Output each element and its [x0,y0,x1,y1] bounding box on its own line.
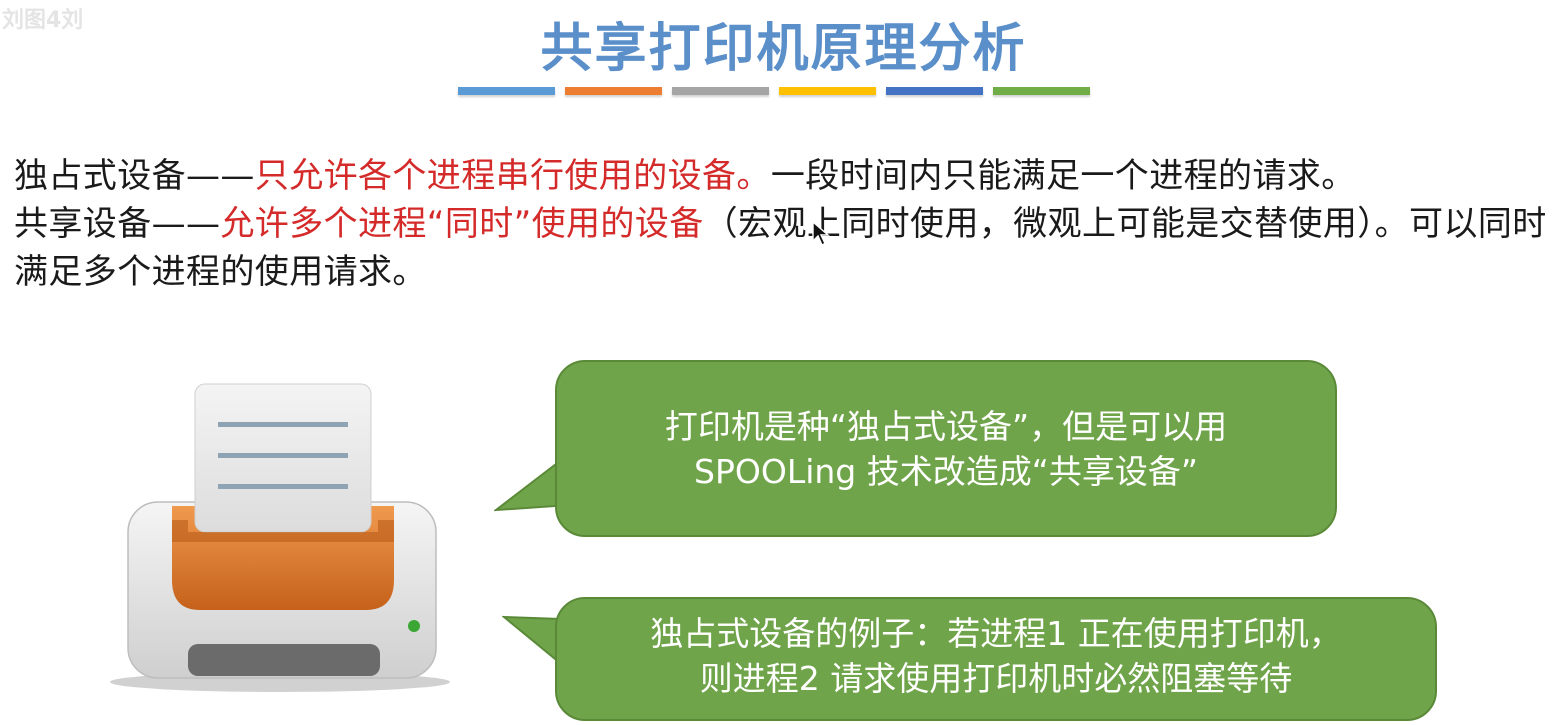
color-bar-divider [458,87,1090,95]
printer-icon [110,383,450,692]
callout-line: 独占式设备的例子：若进程1 正在使用打印机， [650,614,1342,653]
term-label: 独占式设备—— [14,156,255,196]
callout-pointer [502,615,561,666]
color-bar [565,87,662,95]
slide-title: 共享打印机原理分析 [540,19,1027,79]
callout-pointer [494,462,557,512]
highlighted-definition: 只允许各个进程串行使用的设备。 [254,156,771,196]
callout-line: 则进程2 请求使用打印机时必然阻塞等待 [699,659,1293,698]
definitions-text: 独占式设备——只允许各个进程串行使用的设备。一段时间内只能满足一个进程的请求。 … [14,152,1559,296]
definition-detail: 一段时间内只能满足一个进程的请求。 [770,156,1356,196]
exclusive-example-callout: 独占式设备的例子：若进程1 正在使用打印机， 则进程2 请求使用打印机时必然阻塞… [555,597,1437,721]
term-label: 共享设备—— [14,204,221,244]
spooling-callout: 打印机是种“独占式设备”，但是可以用 SPOOLing 技术改造成“共享设备” [555,360,1337,537]
color-bar [672,87,769,95]
color-bar [779,87,876,95]
callout-line: SPOOLing 技术改造成“共享设备” [694,452,1198,491]
mouse-cursor-icon [812,221,830,246]
callout-line: 打印机是种“独占式设备”，但是可以用 [664,407,1228,446]
shared-device-definition: 共享设备——允许多个进程“同时”使用的设备（宏观上同时使用，微观上可能是交替使用… [14,200,1559,296]
highlighted-definition: 允许多个进程“同时”使用的设备 [220,204,704,244]
color-bar [458,87,555,95]
exclusive-device-definition: 独占式设备——只允许各个进程串行使用的设备。一段时间内只能满足一个进程的请求。 [14,152,1559,200]
color-bar [993,87,1090,95]
color-bar [886,87,983,95]
